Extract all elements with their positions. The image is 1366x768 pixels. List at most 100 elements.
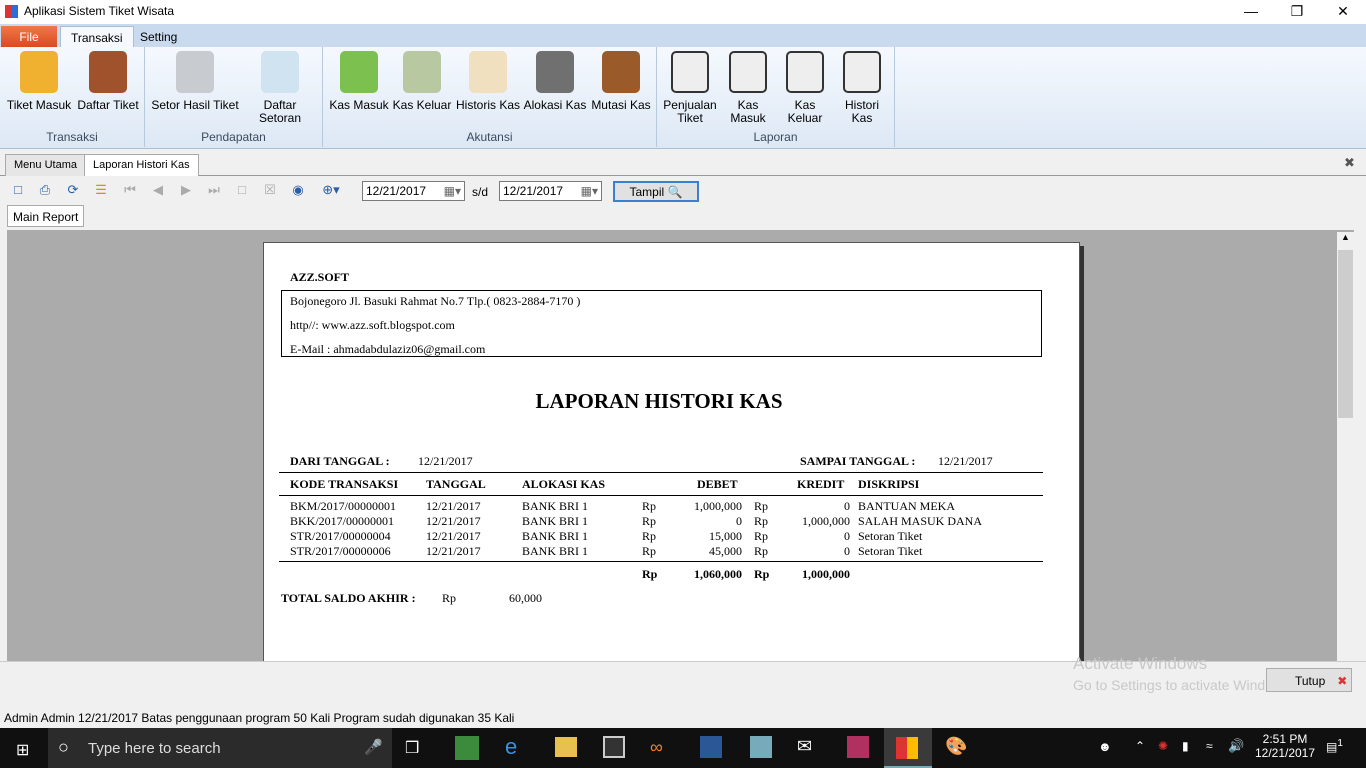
date-to-picker[interactable]: 12/21/2017 ▦▾ xyxy=(499,181,602,201)
tab-setting[interactable]: Setting xyxy=(130,26,187,48)
clock[interactable]: 2:51 PM 12/21/2017 xyxy=(1250,732,1320,760)
setor-hasil-tiket-button[interactable]: Setor Hasil Tiket xyxy=(149,51,241,112)
alokasi-kas-button[interactable]: Alokasi Kas xyxy=(523,51,587,112)
main-report-tab[interactable]: Main Report xyxy=(7,205,85,227)
date: 12/21/2017 xyxy=(1254,746,1316,760)
cell-rp1: Rp xyxy=(642,544,657,558)
maximize-button[interactable]: ❐ xyxy=(1274,0,1320,24)
app-icon[interactable]: ∞ xyxy=(650,737,663,758)
wifi-icon[interactable]: ≈ xyxy=(1206,739,1213,753)
cell-kredit: 0 xyxy=(844,499,850,513)
close-button[interactable]: ✕ xyxy=(1320,0,1366,24)
date-from-value: 12/21/2017 xyxy=(366,184,427,198)
app-icon[interactable] xyxy=(750,736,772,758)
spreadsheet-icon xyxy=(261,51,299,93)
edge-icon[interactable]: e xyxy=(505,734,517,760)
last-page-icon[interactable]: ⏭ xyxy=(206,182,222,198)
group-transaksi: Tiket Masuk Daftar Tiket Transaksi xyxy=(0,47,145,147)
battery-icon[interactable]: ▮ xyxy=(1182,739,1189,753)
stop-icon[interactable]: ☒ xyxy=(262,182,278,198)
goto-page-icon[interactable]: □ xyxy=(234,182,250,198)
tray-chevron-icon[interactable]: ⌃ xyxy=(1135,739,1145,753)
refresh-icon[interactable]: ⟳ xyxy=(65,182,81,198)
cash-register-icon xyxy=(176,51,214,93)
col-header: DISKRIPSI xyxy=(858,477,920,491)
daftar-setoran-button[interactable]: Daftar Setoran xyxy=(241,51,319,125)
next-page-icon[interactable]: ▶ xyxy=(178,182,194,198)
col-header: DEBET xyxy=(697,477,738,491)
vertical-scrollbar[interactable]: ▲ xyxy=(1337,232,1354,661)
prev-page-icon[interactable]: ◀ xyxy=(150,182,166,198)
mail-icon[interactable]: ✉ xyxy=(797,736,812,757)
historis-kas-button[interactable]: Historis Kas xyxy=(453,51,523,112)
export-icon[interactable]: □ xyxy=(10,182,26,198)
first-page-icon[interactable]: ⏮ xyxy=(122,182,138,198)
laporan-kas-masuk-button[interactable]: Kas Masuk xyxy=(721,51,775,125)
close-tab-icon[interactable]: ✖ xyxy=(1344,155,1355,171)
task-view-icon[interactable]: ❒ xyxy=(405,738,419,758)
tab-menu-utama[interactable]: Menu Utama xyxy=(5,154,86,176)
kas-keluar-button[interactable]: Kas Keluar xyxy=(391,51,453,112)
tab-transaksi[interactable]: Transaksi xyxy=(60,26,134,48)
word-icon[interactable] xyxy=(700,736,722,758)
store-icon[interactable] xyxy=(603,736,625,758)
tutup-button[interactable]: Tutup ✖ xyxy=(1266,668,1352,692)
col-header: ALOKASI KAS xyxy=(522,477,606,491)
active-app-button[interactable] xyxy=(884,728,932,768)
find-icon[interactable]: ◉ xyxy=(290,182,306,198)
paint-icon[interactable]: 🎨 xyxy=(945,736,967,757)
title-bar: Aplikasi Sistem Tiket Wisata — ❐ ✕ xyxy=(0,0,1366,24)
cell-rp1: Rp xyxy=(642,529,657,543)
window-title: Aplikasi Sistem Tiket Wisata xyxy=(24,4,175,18)
date-to-value: 12/21/2017 xyxy=(503,184,564,198)
notification-count: 1 xyxy=(1337,738,1343,749)
cell-rp2: Rp xyxy=(754,529,769,543)
laporan-penjualan-tiket-button[interactable]: Penjualan Tiket xyxy=(661,51,719,125)
cell-tanggal: 12/21/2017 xyxy=(426,514,481,528)
scroll-up-icon[interactable]: ▲ xyxy=(1337,232,1354,242)
group-label: Pendapatan xyxy=(201,130,266,144)
group-tree-icon[interactable]: ☰ xyxy=(93,182,109,198)
tray-app-icon[interactable]: ✺ xyxy=(1158,739,1168,753)
search-icon: 🔍 xyxy=(667,185,683,199)
laporan-histori-kas-button[interactable]: Histori Kas xyxy=(835,51,889,125)
windows-start-icon[interactable]: ⊞ xyxy=(16,740,29,760)
website: http//: www.azz.soft.blogspot.com xyxy=(290,318,455,332)
tab-laporan-histori-kas[interactable]: Laporan Histori Kas xyxy=(84,154,199,176)
laporan-kas-keluar-button[interactable]: Kas Keluar xyxy=(777,51,833,125)
total-kredit: 1,000,000 xyxy=(802,567,850,581)
print-icon[interactable]: ⎙ xyxy=(37,182,53,198)
cell-alokasi: BANK BRI 1 xyxy=(522,544,589,558)
daftar-tiket-button[interactable]: Daftar Tiket xyxy=(74,51,142,112)
label: Tampil xyxy=(629,185,665,199)
zoom-dropdown-icon[interactable]: ⊕▾ xyxy=(318,182,344,198)
date-from-picker[interactable]: 12/21/2017 ▦▾ xyxy=(362,181,465,201)
col-header: KODE TRANSAKSI xyxy=(290,477,399,491)
notification-icon[interactable]: ▤1 xyxy=(1326,738,1343,754)
kas-masuk-button[interactable]: Kas Masuk xyxy=(327,51,391,112)
app-icon[interactable] xyxy=(847,736,869,758)
file-explorer-icon[interactable] xyxy=(555,737,577,757)
people-icon[interactable]: ☻ xyxy=(1098,739,1112,754)
tab-file[interactable]: File xyxy=(1,26,57,48)
group-label: Laporan xyxy=(753,130,798,144)
group-pendapatan: Setor Hasil Tiket Daftar Setoran Pendapa… xyxy=(145,47,323,147)
label: Tiket Masuk xyxy=(6,98,72,112)
mine-cart-icon xyxy=(602,51,640,93)
mutasi-kas-button[interactable]: Mutasi Kas xyxy=(589,51,653,112)
to-label: SAMPAI TANGGAL : xyxy=(800,454,916,468)
cell-debet: 15,000 xyxy=(709,529,742,543)
cell-rp1: Rp xyxy=(642,514,657,528)
tiket-masuk-button[interactable]: Tiket Masuk xyxy=(4,51,74,112)
scroll-thumb[interactable] xyxy=(1338,250,1353,418)
volume-icon[interactable]: 🔊 xyxy=(1228,738,1244,754)
label: Kas Keluar xyxy=(392,98,452,112)
search-box[interactable]: ○ Type here to search 🎤 xyxy=(48,728,392,768)
safe-icon xyxy=(536,51,574,93)
minimize-button[interactable]: — xyxy=(1228,0,1274,24)
tampil-button[interactable]: Tampil 🔍 xyxy=(613,181,699,202)
address: Bojonegoro Jl. Basuki Rahmat No.7 Tlp.( … xyxy=(290,294,581,308)
app-icon[interactable] xyxy=(455,736,479,760)
label: Histori Kas xyxy=(844,98,879,125)
company-name: AZZ.SOFT xyxy=(290,270,350,284)
